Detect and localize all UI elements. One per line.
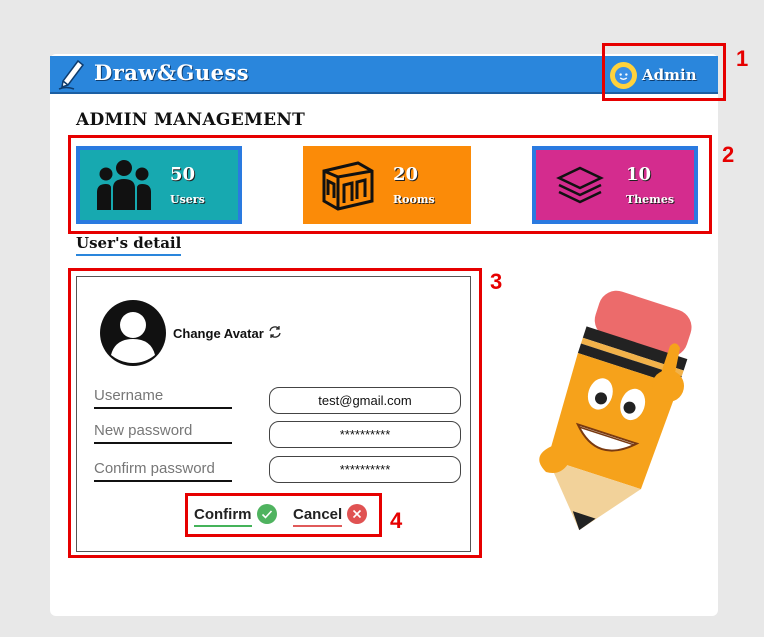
section-title-user-detail: User's detail xyxy=(76,234,182,256)
annotation-box-4 xyxy=(185,493,382,537)
pencil-mascot-icon xyxy=(520,286,700,550)
annotation-number-4: 4 xyxy=(390,508,403,533)
page-title: ADMIN MANAGEMENT xyxy=(76,110,306,130)
annotation-number-2: 2 xyxy=(722,142,735,167)
app-title: Draw&Guess xyxy=(94,60,250,85)
annotation-number-3: 3 xyxy=(490,269,503,294)
annotation-box-1 xyxy=(602,43,726,101)
annotation-number-1: 1 xyxy=(736,46,749,71)
annotation-box-2 xyxy=(68,135,712,234)
pencil-logo-icon xyxy=(56,58,90,96)
